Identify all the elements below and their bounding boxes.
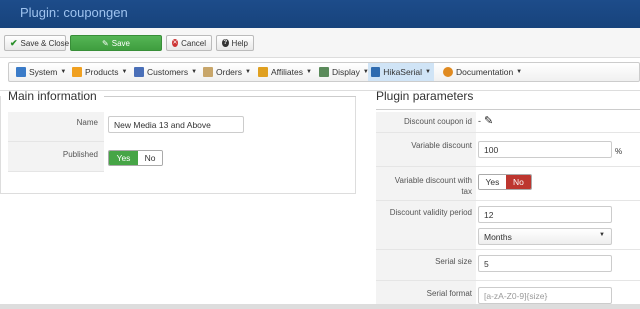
menu-products[interactable]: Products ▼	[69, 63, 131, 81]
app-header: Plugin: coupongen	[0, 0, 640, 28]
affiliates-icon	[258, 67, 268, 77]
published-label: Published	[8, 142, 104, 172]
help-button[interactable]: ? Help	[216, 35, 254, 51]
chevron-down-icon: ▼	[599, 232, 605, 238]
menu-customers[interactable]: Customers ▼	[131, 63, 200, 81]
cancel-button[interactable]: ✕ Cancel	[166, 35, 212, 51]
serial-size-input[interactable]: 5	[478, 255, 612, 272]
menu-display[interactable]: Display ▼	[316, 63, 372, 81]
validity-period-input[interactable]: 12	[478, 206, 612, 223]
published-row: Published	[8, 142, 348, 172]
name-input[interactable]: New Media 13 and Above	[108, 116, 244, 133]
row-separator	[376, 166, 640, 167]
serial-format-input[interactable]: [a-zA-Z0-9]{size}	[478, 287, 612, 304]
row-separator	[376, 200, 640, 201]
page-title: Plugin: coupongen	[20, 5, 128, 20]
row-separator	[376, 249, 640, 250]
discount-coupon-label: Discount coupon id	[403, 117, 472, 126]
validity-period-label: Discount validity period	[389, 208, 472, 217]
name-label: Name	[8, 112, 104, 142]
plugin-parameters-legend: Plugin parameters	[376, 89, 474, 103]
serial-size-label: Serial size	[435, 257, 472, 266]
variable-tax-toggle: Yes No	[478, 174, 532, 190]
menu-orders[interactable]: Orders ▼	[200, 63, 254, 81]
bottom-scrollbar[interactable]	[0, 304, 640, 309]
row-separator	[376, 280, 640, 281]
save-button[interactable]: ✎ Save	[70, 35, 162, 51]
gear-icon	[16, 67, 26, 77]
save-close-button[interactable]: ✔ Save & Close	[4, 35, 69, 51]
toolbar: ✔ Save & Close ✎ Save ✕ Cancel ? Help	[0, 28, 640, 58]
box-icon	[72, 67, 82, 77]
published-no-button[interactable]: No	[138, 151, 162, 165]
plugin-legend-line	[376, 109, 640, 110]
help-icon: ?	[222, 39, 229, 47]
legend-line	[104, 96, 356, 97]
variable-tax-label: Variable discount with	[394, 176, 472, 185]
menu-system[interactable]: System ▼	[13, 63, 69, 81]
variable-tax-no-button[interactable]: No	[505, 175, 531, 189]
menu-documentation[interactable]: Documentation ▼	[440, 63, 525, 81]
pencil-icon[interactable]: ✎	[484, 114, 493, 127]
orders-icon	[203, 67, 213, 77]
serial-icon	[371, 67, 381, 77]
variable-discount-label: Variable discount	[411, 141, 472, 150]
row-separator	[376, 132, 640, 133]
edit-icon: ✎	[102, 38, 109, 48]
main-information-legend: Main information	[8, 89, 97, 103]
docs-icon	[443, 67, 453, 77]
menu-affiliates[interactable]: Affiliates ▼	[255, 63, 315, 81]
cancel-icon: ✕	[172, 39, 179, 47]
published-yes-button[interactable]: Yes	[109, 151, 138, 165]
check-icon: ✔	[10, 37, 18, 48]
variable-tax-yes-button[interactable]: Yes	[479, 175, 506, 189]
published-toggle: Yes No	[108, 150, 163, 166]
menu-hikaserial[interactable]: HikaSerial ▼	[368, 63, 434, 81]
percent-unit: %	[615, 147, 623, 156]
display-icon	[319, 67, 329, 77]
discount-coupon-value: -	[478, 116, 481, 126]
serial-format-label: Serial format	[426, 289, 472, 298]
variable-tax-label-2: tax	[461, 187, 472, 196]
main-menu: System ▼ Products ▼ Customers ▼ Orders ▼ Aff…	[8, 62, 640, 82]
validity-unit-select[interactable]: Months ▼	[478, 228, 612, 245]
variable-discount-input[interactable]: 100	[478, 141, 612, 158]
users-icon	[134, 67, 144, 77]
